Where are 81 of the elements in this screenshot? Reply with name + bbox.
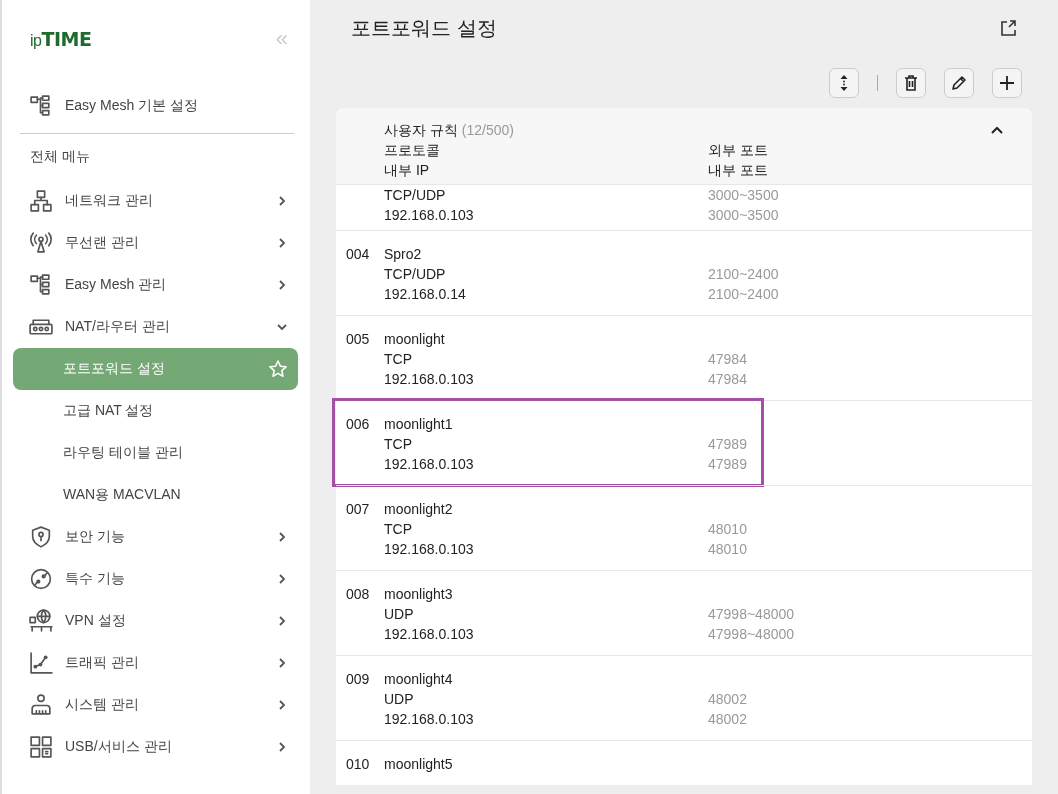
table-cell-text: 48010	[708, 520, 748, 539]
add-button[interactable]	[992, 68, 1022, 98]
menu-item[interactable]: NAT/라우터 관리	[65, 318, 276, 336]
edit-button[interactable]	[944, 68, 974, 98]
logo: ipTIME	[30, 28, 92, 50]
column-header: 내부 포트	[708, 161, 769, 180]
delete-button[interactable]	[896, 68, 926, 98]
table-cell-text: 3000~3500	[708, 186, 780, 205]
rule-name: moonlight2	[384, 500, 454, 519]
table-cell-text: TCP/UDP	[384, 265, 447, 284]
column-header: 내부 IP	[384, 161, 431, 180]
trash-icon	[904, 75, 918, 91]
table-cell-text: 47984	[708, 350, 748, 369]
table-cell-text: TCP	[384, 435, 413, 454]
sort-button[interactable]	[829, 68, 859, 98]
pencil-icon	[952, 76, 966, 90]
antenna-icon	[28, 230, 54, 256]
grid-blocks-icon	[28, 734, 54, 760]
rule-number: 010	[346, 755, 371, 774]
globe-network-icon	[28, 608, 54, 634]
table-cell-text: TCP/UDP	[384, 186, 447, 205]
table-cell-text: 192.168.0.103	[384, 710, 475, 729]
rule-number: 008	[346, 585, 371, 604]
table-cell-text: 47998~48000	[708, 605, 796, 624]
table-cell-text: 48002	[708, 690, 748, 709]
rule-name: moonlight3	[384, 585, 454, 604]
rule-name: Spro2	[384, 245, 423, 264]
menu-item[interactable]: 네트워크 관리	[65, 192, 276, 210]
gauge-icon	[28, 566, 54, 592]
menu-item[interactable]: Easy Mesh 기본 설정	[65, 97, 288, 115]
table-cell-text: 192.168.0.103	[384, 625, 475, 644]
table-cell-text: TCP	[384, 520, 413, 539]
column-header: 외부 포트	[708, 141, 769, 160]
menu-item[interactable]: Easy Mesh 관리	[65, 276, 276, 294]
rule-number: 009	[346, 670, 371, 689]
rule-name: moonlight1	[384, 415, 454, 434]
table-cell-text: 48010	[708, 540, 748, 559]
table-cell-text: 47989	[708, 455, 748, 474]
group-title: 사용자 규칙 (12/500)	[384, 121, 515, 140]
submenu-item[interactable]: WAN용 MACVLAN	[13, 474, 298, 516]
menu-item[interactable]: 특수 기능	[65, 570, 276, 588]
menu-item[interactable]: 무선랜 관리	[65, 234, 276, 252]
rule-name: moonlight4	[384, 670, 454, 689]
table-cell-text: 48002	[708, 710, 748, 729]
rule-number: 006	[346, 415, 371, 434]
export-icon	[998, 18, 1018, 38]
menu-item[interactable]: 트래픽 관리	[65, 654, 276, 672]
user-computer-icon	[28, 692, 54, 718]
sort-arrows-icon	[840, 75, 848, 91]
rule-number: 005	[346, 330, 371, 349]
rule-name: moonlight5	[384, 755, 454, 774]
table-cell-text: 2100~2400	[708, 285, 780, 304]
section-heading: 전체 메뉴	[29, 147, 91, 166]
rule-number: 004	[346, 245, 371, 264]
table-cell-text: UDP	[384, 605, 415, 624]
submenu-item[interactable]: 고급 NAT 설정	[13, 390, 298, 432]
table-cell-text: UDP	[384, 690, 415, 709]
menu-item[interactable]: VPN 설정	[65, 612, 276, 630]
rule-name: moonlight	[384, 330, 446, 349]
menu-item[interactable]: 시스템 관리	[65, 696, 276, 714]
table-cell-text: 47984	[708, 370, 748, 389]
table-cell-text: TCP	[384, 350, 413, 369]
column-header: 프로토콜	[384, 141, 441, 160]
table-cell-text: 47989	[708, 435, 748, 454]
submenu-item[interactable]: 라우팅 테이블 관리	[13, 432, 298, 474]
table-cell-text: 2100~2400	[708, 265, 780, 284]
menu-item[interactable]: USB/서비스 관리	[65, 738, 276, 756]
table-cell-text: 192.168.0.103	[384, 455, 475, 474]
network-icon	[28, 188, 54, 214]
table-cell-text: 47998~48000	[708, 625, 796, 644]
table-cell-text: 192.168.0.14	[384, 285, 467, 304]
table-cell-text: 192.168.0.103	[384, 370, 475, 389]
line-chart-icon	[28, 650, 54, 676]
menu-item[interactable]: 보안 기능	[65, 528, 276, 546]
star-icon	[268, 359, 288, 379]
table-cell-text: 192.168.0.103	[384, 206, 475, 225]
table-cell-text: 3000~3500	[708, 206, 780, 225]
table-cell-text: 192.168.0.103	[384, 540, 475, 559]
page-title: 포트포워드 설정	[351, 15, 497, 41]
plus-icon	[999, 75, 1015, 91]
rule-number: 007	[346, 500, 371, 519]
